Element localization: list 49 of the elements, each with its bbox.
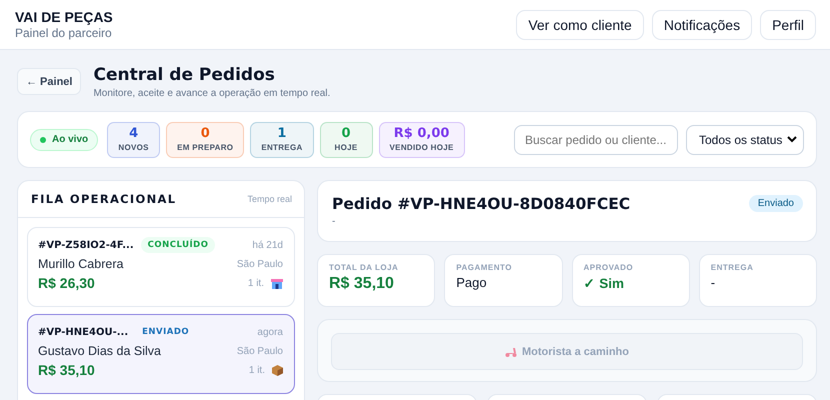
brand-subtitle: Painel do parceiro — [15, 26, 113, 40]
stat-tile: 4 NOVOS — [107, 122, 160, 158]
back-button[interactable]: ← Painel — [17, 68, 82, 95]
order-card[interactable]: #VP-Z58IO2-4F... CONCLUÍDO há 21d Murillo Cabrera São Paulo R$ 26,30 1 it. — [27, 227, 295, 307]
info-label: ENTREGA — [710, 263, 754, 272]
info-label: PAGAMENTO — [456, 263, 514, 272]
info-value: - — [710, 275, 716, 290]
item-count: 1 it. — [248, 278, 264, 288]
stat-tile: R$ 0,00 VENDIDO HOJE — [378, 122, 465, 158]
stat-tile: 1 ENTREGA — [250, 122, 314, 158]
chevron-down-icon — [787, 136, 797, 143]
order-time: agora — [257, 326, 283, 338]
status-badge: Enviado — [748, 195, 803, 212]
order-id: #VP-Z58IO2-4F... — [38, 240, 134, 250]
brand-name: VAI DE PEÇAS — [15, 9, 113, 25]
customer-name: Gustavo Dias da Silva — [38, 344, 161, 358]
status-badge: CONCLUÍDO — [140, 237, 216, 253]
header-button[interactable]: Ver como cliente — [516, 10, 644, 40]
order-subtitle: - — [332, 216, 336, 227]
info-label: APROVADO — [584, 263, 634, 272]
info-label: TOTAL DA LOJA — [329, 263, 400, 272]
store-icon — [271, 278, 283, 288]
order-id: #VP-HNE4OU-... — [38, 326, 128, 338]
page-title: Central de Pedidos — [93, 65, 276, 85]
scooter-icon — [505, 346, 518, 356]
order-city: São Paulo — [236, 346, 283, 356]
live-badge: Ao vivo — [30, 128, 98, 150]
stat-tile: 0 EM PREPARO — [166, 122, 244, 158]
header-button[interactable]: Notificações — [652, 10, 752, 40]
status-label: ENVIADO — [141, 326, 190, 339]
customer-name: Murillo Cabrera — [38, 257, 124, 271]
queue-note: Tempo real — [247, 194, 292, 204]
page-subtitle: Monitore, aceite e avance a operação em tempo real. — [93, 88, 330, 99]
order-city: São Paulo — [236, 258, 283, 270]
search-field[interactable]: Buscar pedido ou cliente... — [514, 124, 678, 154]
info-value: ✓ Sim — [584, 275, 626, 291]
order-total: R$ 35,10 — [38, 362, 95, 378]
status-dropdown[interactable]: Todos os status — [686, 124, 804, 154]
order-title: Pedido #VP-HNE4OU-8D0840FCEC — [332, 195, 630, 213]
header-button[interactable]: Perfil — [760, 10, 816, 40]
order-card[interactable]: #VP-HNE4OU-... ENVIADO agora Gustavo Dias da Silva São Paulo R$ 35,10 1 it. — [27, 314, 295, 394]
info-value: R$ 35,10 — [329, 275, 395, 293]
order-total: R$ 26,30 — [38, 275, 95, 291]
info-value: Pago — [456, 275, 488, 290]
order-time: há 21d — [252, 240, 283, 250]
item-count: 1 it. — [248, 364, 265, 376]
box-icon — [272, 364, 283, 376]
stat-tile: 0 HOJE — [320, 122, 373, 158]
queue-title: FILA OPERACIONAL — [31, 192, 176, 206]
